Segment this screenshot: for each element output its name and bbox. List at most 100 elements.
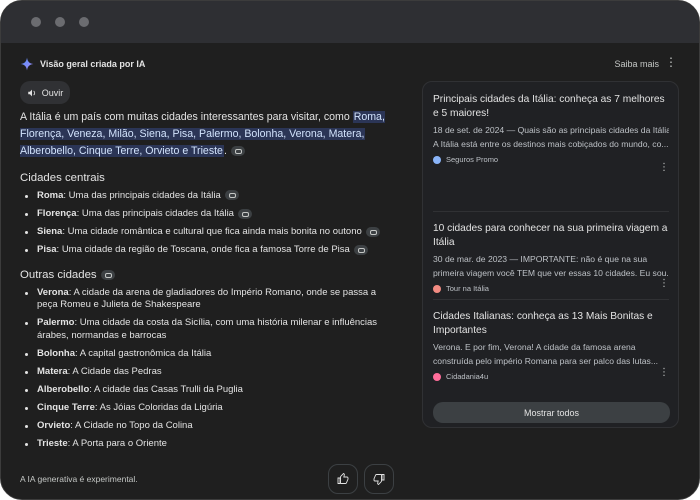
list-item: Roma: Uma das principais cidades da Itál… xyxy=(20,190,398,203)
site-favicon-icon xyxy=(433,284,441,293)
section-title-central: Cidades centrais xyxy=(20,172,105,184)
city-name: Siena xyxy=(37,226,63,238)
city-name: Palermo xyxy=(37,317,75,329)
result-snippet: 18 de set. de 2024 — Quais são as princi… xyxy=(433,124,669,151)
city-description: : As Jóias Coloridas da Ligúria xyxy=(94,402,223,414)
thumbs-up-icon xyxy=(337,473,349,484)
city-name: Orvieto xyxy=(37,420,71,432)
city-name: Pisa xyxy=(37,244,57,256)
result-source: Cidadania4u xyxy=(433,372,669,381)
thumbs-up-button[interactable] xyxy=(328,464,358,494)
city-name: Florença xyxy=(37,208,77,220)
list-item: Trieste: A Porta para o Oriente xyxy=(20,438,398,451)
source-link-icon[interactable] xyxy=(230,146,245,157)
window-dot[interactable] xyxy=(31,17,41,27)
result-more-icon[interactable]: ⋮ xyxy=(659,163,669,173)
city-name: Alberobello xyxy=(37,384,90,396)
list-item: Florença: Uma das principais cidades da … xyxy=(20,208,398,221)
listen-button[interactable]: Ouvir xyxy=(20,81,70,104)
section-title-other-label: Outras cidades xyxy=(20,268,97,281)
source-link-icon[interactable] xyxy=(237,208,252,219)
list-item: Verona: A cidade da arena de gladiadores… xyxy=(20,287,398,312)
result-snippet-line: construída pelo império Romana para ser … xyxy=(433,355,658,366)
city-description: : Uma cidade da costa da Sicília, com um… xyxy=(37,317,378,341)
result-snippet-line: 18 de set. de 2024 — Quais são as princi… xyxy=(433,125,669,135)
ai-overview-panel: Visão geral criada por IA Saiba mais ⋮ O… xyxy=(1,43,699,499)
window-dot[interactable] xyxy=(79,17,89,27)
ai-overview-header: Visão geral criada por IA xyxy=(20,57,145,71)
central-cities-list: Roma: Uma das principais cidades da Itál… xyxy=(20,190,398,257)
city-description: : A Cidade das Pedras xyxy=(67,366,162,378)
source-result[interactable]: Cidades Italianas: conheça as 13 Mais Bo… xyxy=(433,310,669,381)
list-item: Palermo: Uma cidade da costa da Sicília,… xyxy=(20,317,398,342)
intro-paragraph: A Itália é um país com muitas cidades in… xyxy=(20,109,398,160)
city-description: : A cidade da arena de gladiadores do Im… xyxy=(37,286,377,311)
site-favicon-icon xyxy=(433,155,441,164)
divider xyxy=(433,211,669,212)
speaker-icon xyxy=(27,89,35,96)
result-title[interactable]: Cidades Italianas: conheça as 13 Mais Bo… xyxy=(433,310,669,338)
show-all-button[interactable]: Mostrar todos xyxy=(433,402,670,423)
browser-window: Visão geral criada por IA Saiba mais ⋮ O… xyxy=(0,0,700,500)
list-item: Orvieto: A Cidade no Topo da Colina xyxy=(20,420,398,433)
more-options-icon[interactable]: ⋮ xyxy=(665,56,677,68)
disclaimer-text: A IA generativa é experimental. xyxy=(20,474,138,484)
list-item: Pisa: Uma cidade da região de Toscana, o… xyxy=(20,244,398,257)
city-name: Cinque Terre xyxy=(37,402,95,414)
title-bar xyxy=(1,1,699,43)
city-name: Roma xyxy=(37,190,64,201)
result-snippet: Verona. E por fim, Verona! A cidade da f… xyxy=(433,341,669,368)
ai-overview-title: Visão geral criada por IA xyxy=(40,59,146,69)
source-result[interactable]: 10 cidades para conhecer na sua primeira… xyxy=(433,222,669,293)
intro-end: . xyxy=(223,145,227,157)
result-snippet-line: 30 de mar. de 2023 — IMPORTANTE: não é q… xyxy=(433,254,648,264)
list-item: Alberobello: A cidade das Casas Trulli d… xyxy=(20,384,398,397)
result-snippet-line: Verona. E por fim, Verona! A cidade da f… xyxy=(433,342,636,352)
gemini-sparkle-icon xyxy=(20,57,34,71)
list-item: Bolonha: A capital gastronômica da Itáli… xyxy=(20,348,398,361)
result-title[interactable]: 10 cidades para conhecer na sua primeira… xyxy=(433,222,669,250)
city-description: : Uma cidade da região de Toscana, onde … xyxy=(56,244,350,256)
list-item: Cinque Terre: As Jóias Coloridas da Ligú… xyxy=(20,402,398,415)
source-link-icon[interactable] xyxy=(224,190,239,201)
result-snippet-line: primeira viagem você TEM que ver essas 1… xyxy=(433,267,669,278)
city-name: Matera xyxy=(37,366,68,378)
city-name: Verona xyxy=(37,286,69,298)
site-favicon-icon xyxy=(433,372,441,381)
list-item: Siena: Uma cidade romântica e cultural q… xyxy=(20,226,398,239)
source-result[interactable]: Principais cidades da Itália: conheça as… xyxy=(433,93,669,173)
list-item: Matera: A Cidade das Pedras xyxy=(20,366,398,379)
result-more-icon[interactable]: ⋮ xyxy=(659,368,669,378)
city-description: : A capital gastronômica da Itália xyxy=(75,347,212,359)
thumbs-down-icon xyxy=(373,474,385,485)
result-snippet: 30 de mar. de 2023 — IMPORTANTE: não é q… xyxy=(433,253,669,280)
city-name: Bolonha xyxy=(37,347,75,359)
sources-card: Principais cidades da Itália: conheça as… xyxy=(422,81,679,428)
result-more-icon[interactable]: ⋮ xyxy=(659,279,669,289)
intro-text: A Itália é um país com muitas cidades in… xyxy=(20,111,353,123)
result-snippet-line: A Itália está entre os destinos mais cob… xyxy=(433,138,669,149)
source-link-icon[interactable] xyxy=(353,244,368,255)
city-description: : A cidade das Casas Trulli da Puglia xyxy=(89,384,243,396)
thumbs-down-button[interactable] xyxy=(364,464,394,494)
learn-more-link[interactable]: Saiba mais xyxy=(614,59,659,69)
city-name: Trieste xyxy=(37,438,68,450)
source-name: Cidadania4u xyxy=(446,372,489,381)
window-dot[interactable] xyxy=(55,17,65,27)
result-source: Tour na Itália xyxy=(433,284,669,293)
source-name: Tour na Itália xyxy=(446,284,489,293)
divider xyxy=(433,299,669,300)
other-cities-list: Verona: A cidade da arena de gladiadores… xyxy=(20,287,398,451)
city-description: : A Cidade no Topo da Colina xyxy=(70,420,193,432)
city-description: : Uma das principais cidades da Itália xyxy=(76,208,234,220)
city-description: : Uma das principais cidades da Itália xyxy=(63,190,221,201)
section-title-other: Outras cidades xyxy=(20,269,398,281)
result-title[interactable]: Principais cidades da Itália: conheça as… xyxy=(433,93,669,121)
city-description: : A Porta para o Oriente xyxy=(67,438,167,450)
source-name: Seguros Promo xyxy=(446,155,499,164)
source-link-icon[interactable] xyxy=(365,226,380,237)
city-description: : Uma cidade romântica e cultural que fi… xyxy=(62,226,362,238)
source-link-icon[interactable] xyxy=(100,269,115,280)
overview-body: A Itália é um país com muitas cidades in… xyxy=(20,109,398,457)
result-source: Seguros Promo xyxy=(433,155,669,164)
